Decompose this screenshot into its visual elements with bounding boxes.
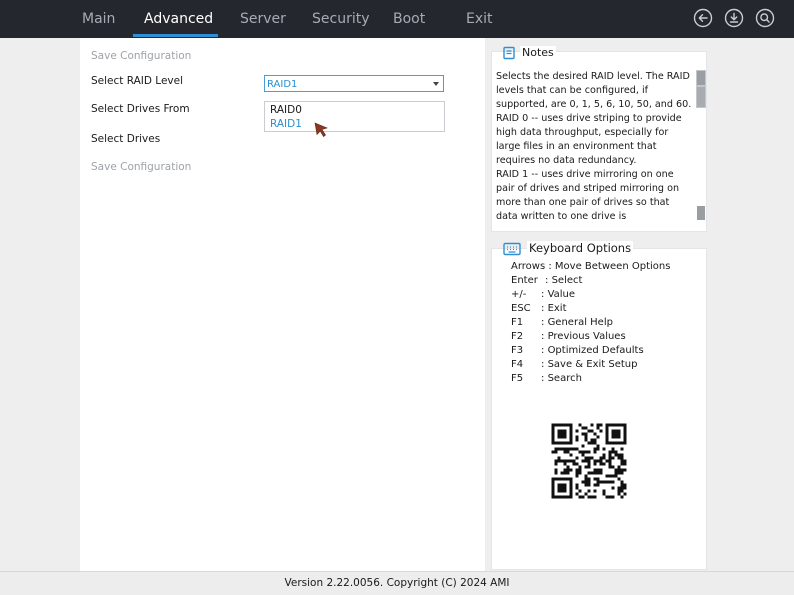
list-item: F5 : Search <box>511 372 670 386</box>
dropdown-option-raid0[interactable]: RAID0 <box>270 104 302 116</box>
tab-security[interactable]: Security <box>312 0 370 38</box>
list-item: +/- : Value <box>511 288 670 302</box>
raid-level-value: RAID1 <box>267 79 298 90</box>
qr-code <box>543 415 635 507</box>
key-label: F5 <box>511 373 524 384</box>
top-nav-bar: Main Advanced Server Security Boot Exit <box>0 0 794 38</box>
notes-scrollbar[interactable] <box>696 70 706 222</box>
key-description: : Search <box>541 373 582 384</box>
key-description: : Value <box>541 289 576 300</box>
key-label: Enter <box>511 275 538 286</box>
key-label: F2 <box>511 331 524 342</box>
key-label: F1 <box>511 317 524 328</box>
save-configuration-top: Save Configuration <box>91 50 192 62</box>
list-item: Arrows : Move Between Options <box>511 261 671 272</box>
notes-title: Notes <box>520 46 556 59</box>
mouse-cursor-icon <box>314 122 328 137</box>
key-label: +/- <box>511 289 527 300</box>
save-configuration-bottom: Save Configuration <box>91 161 192 173</box>
qr-code-icon <box>551 423 627 499</box>
list-item: F4 : Save & Exit Setup <box>511 358 670 372</box>
key-description: : Previous Values <box>541 331 626 342</box>
raid-level-dropdown: RAID0 RAID1 <box>264 101 445 132</box>
scrollbar-end[interactable] <box>697 206 705 220</box>
select-raid-level-label[interactable]: Select RAID Level <box>91 75 183 87</box>
tab-exit[interactable]: Exit <box>466 0 493 38</box>
key-description: : General Help <box>541 317 613 328</box>
keyboard-options-title: Keyboard Options <box>527 241 634 255</box>
raid-level-select[interactable]: RAID1 <box>264 75 444 92</box>
select-drives-from-label[interactable]: Select Drives From <box>91 103 190 115</box>
back-arrow-icon[interactable] <box>693 8 713 28</box>
dropdown-option-raid1[interactable]: RAID1 <box>270 118 302 130</box>
keyboard-icon <box>503 242 521 256</box>
list-item: Enter : Select <box>511 274 670 288</box>
tab-main[interactable]: Main <box>82 0 115 38</box>
key-description: : Select <box>545 275 583 286</box>
tab-advanced[interactable]: Advanced <box>144 0 213 38</box>
search-icon[interactable] <box>755 8 775 28</box>
key-description: : Optimized Defaults <box>541 345 644 356</box>
keyboard-options-list: Arrows : Move Between Options Enter : Se… <box>511 260 670 386</box>
list-item: ESC : Exit <box>511 302 670 316</box>
key-description: Move Between Options <box>554 261 671 272</box>
scrollbar-thumb[interactable] <box>696 70 706 108</box>
key-label: ESC <box>511 303 531 314</box>
active-tab-indicator <box>133 34 218 37</box>
download-icon[interactable] <box>724 8 744 28</box>
tab-boot[interactable]: Boot <box>393 0 425 38</box>
list-item: F2 : Previous Values <box>511 330 670 344</box>
key-description: : Exit <box>541 303 567 314</box>
select-drives-label[interactable]: Select Drives <box>91 133 160 145</box>
version-footer: Version 2.22.0056. Copyright (C) 2024 AM… <box>0 571 794 595</box>
list-item: F3 : Optimized Defaults <box>511 344 670 358</box>
list-item: F1 : General Help <box>511 316 670 330</box>
key-label: F4 <box>511 359 524 370</box>
key-description: : Save & Exit Setup <box>541 359 638 370</box>
key-label: Arrows <box>511 261 546 272</box>
notes-text: Selects the desired RAID level. The RAID… <box>496 71 692 222</box>
key-label: F3 <box>511 345 524 356</box>
notes-icon <box>503 46 515 60</box>
tab-server[interactable]: Server <box>240 0 286 38</box>
chevron-down-icon <box>433 82 439 86</box>
